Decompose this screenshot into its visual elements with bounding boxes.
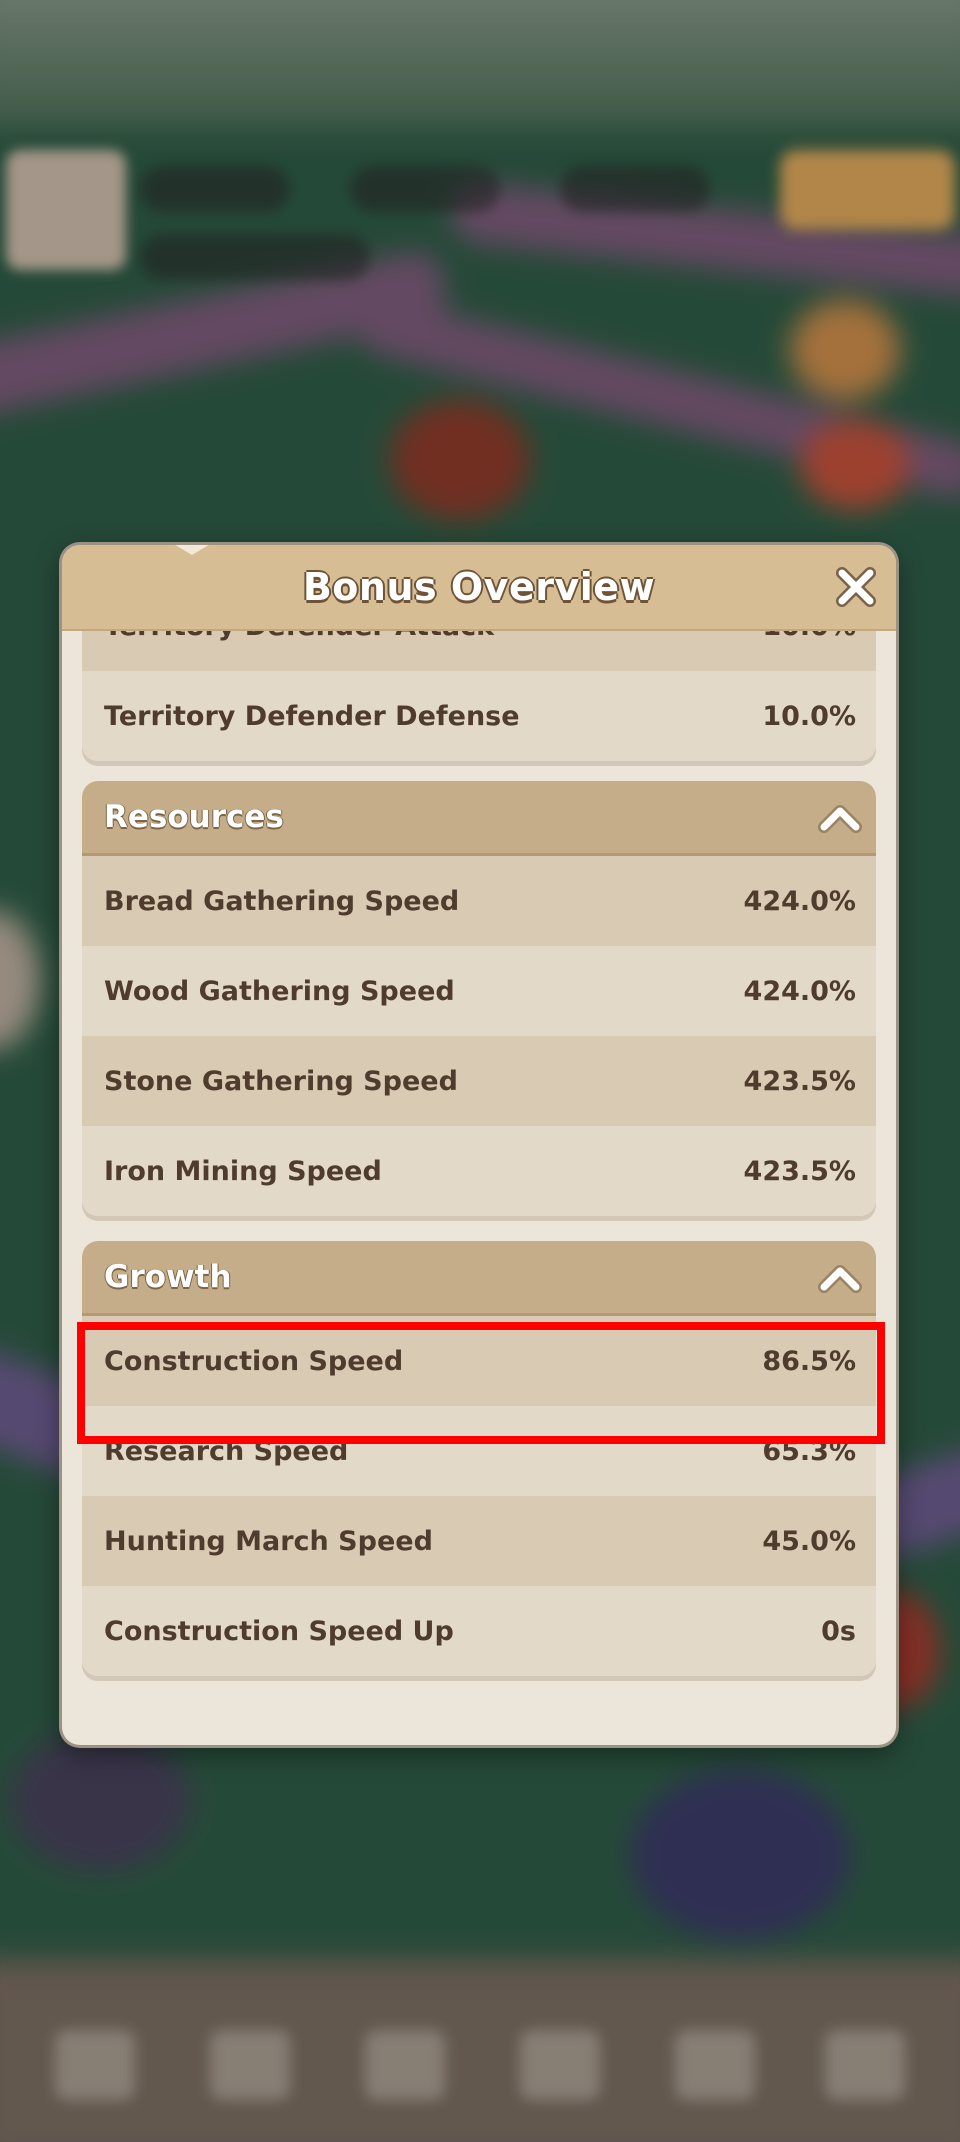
bonus-label: Bread Gathering Speed	[104, 885, 460, 917]
bonus-row-construction-speed: Construction Speed 86.5%	[82, 1316, 876, 1406]
chevron-up-icon[interactable]	[816, 1255, 864, 1299]
bonus-row: Hunting March Speed 45.0%	[82, 1496, 876, 1586]
section-resources: Resources Bread Gathering Speed 424.0% W…	[82, 781, 876, 1216]
bonus-row: Territory Defender Defense 10.0%	[82, 671, 876, 761]
bonus-value: 10.0%	[762, 700, 856, 732]
section-header-growth[interactable]: Growth	[82, 1241, 876, 1316]
panel-title: Bonus Overview	[302, 565, 656, 609]
bonus-overview-panel: Bonus Overview Territory Defender Attack…	[62, 545, 896, 1745]
bonus-label: Wood Gathering Speed	[104, 975, 455, 1007]
section-title: Resources	[104, 799, 284, 835]
bonus-label: Hunting March Speed	[104, 1525, 433, 1557]
bonus-value: 65.3%	[762, 1435, 856, 1467]
bonus-label: Iron Mining Speed	[104, 1155, 382, 1187]
bonus-value: 424.0%	[743, 885, 856, 917]
bonus-label: Territory Defender Defense	[104, 700, 520, 732]
bonus-label: Territory Defender Attack	[104, 631, 494, 642]
bonus-label: Research Speed	[104, 1435, 349, 1467]
bonus-row: Territory Defender Attack 10.0%	[82, 631, 876, 671]
bonus-value: 10.0%	[762, 631, 856, 642]
close-button[interactable]	[832, 563, 880, 611]
close-x-icon	[832, 567, 880, 615]
bonus-value: 424.0%	[743, 975, 856, 1007]
bonus-label: Stone Gathering Speed	[104, 1065, 458, 1097]
bonus-label: Construction Speed Up	[104, 1615, 454, 1647]
section-combat: Territory Defender Attack 10.0% Territor…	[82, 631, 876, 761]
bonus-row: Research Speed 65.3%	[82, 1406, 876, 1496]
bonus-label: Construction Speed	[104, 1345, 404, 1377]
bonus-value: 45.0%	[762, 1525, 856, 1557]
chevron-up-icon[interactable]	[816, 795, 864, 839]
bonus-row: Stone Gathering Speed 423.5%	[82, 1036, 876, 1126]
bonus-row: Bread Gathering Speed 424.0%	[82, 856, 876, 946]
section-title: Growth	[104, 1259, 232, 1295]
panel-header: Bonus Overview	[62, 545, 896, 631]
bonus-list-scroll[interactable]: Territory Defender Attack 10.0% Territor…	[62, 631, 896, 1721]
bonus-row: Iron Mining Speed 423.5%	[82, 1126, 876, 1216]
section-growth: Growth Construction Speed 86.5% Research…	[82, 1241, 876, 1676]
bonus-row: Construction Speed Up 0s	[82, 1586, 876, 1676]
bonus-value: 423.5%	[743, 1155, 856, 1187]
bonus-value: 423.5%	[743, 1065, 856, 1097]
section-header-resources[interactable]: Resources	[82, 781, 876, 856]
bonus-value: 0s	[821, 1615, 856, 1647]
bonus-row: Wood Gathering Speed 424.0%	[82, 946, 876, 1036]
bonus-value: 86.5%	[762, 1345, 856, 1377]
